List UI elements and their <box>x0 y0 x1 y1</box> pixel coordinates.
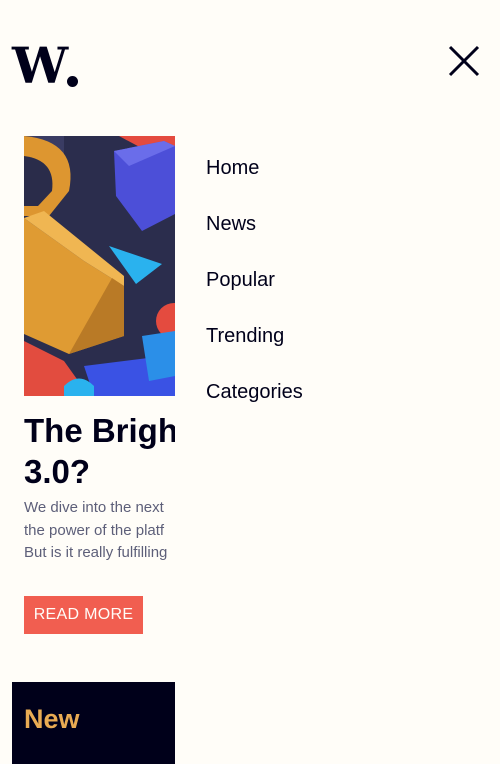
close-menu-button[interactable] <box>446 43 482 79</box>
close-icon <box>448 45 480 77</box>
featured-article-image[interactable] <box>24 136 175 396</box>
read-more-button[interactable]: READ MORE <box>24 596 143 634</box>
menu-item-trending[interactable]: Trending <box>206 308 500 364</box>
main-menu: Home News Popular Trending Categories <box>206 140 500 764</box>
abstract-3d-blocks-image <box>24 136 175 396</box>
menu-item-popular[interactable]: Popular <box>206 252 500 308</box>
new-section-title: New <box>24 704 80 734</box>
logo-letter: W <box>12 36 68 95</box>
headline-line: The Brigh <box>24 412 175 449</box>
menu-item-news[interactable]: News <box>206 196 500 252</box>
new-section-panel: New <box>12 682 175 764</box>
site-logo[interactable]: W <box>12 36 79 95</box>
logo-dot <box>67 76 79 87</box>
featured-headline[interactable]: The Brigh 3.0? <box>24 410 175 492</box>
menu-item-home[interactable]: Home <box>206 140 500 196</box>
menu-item-categories[interactable]: Categories <box>206 364 500 420</box>
excerpt-line: But is it really fulfilling <box>24 544 168 561</box>
excerpt-line: the power of the platf <box>24 521 165 539</box>
featured-excerpt: We dive into the next the power of the p… <box>24 497 175 565</box>
excerpt-line: We dive into the next <box>24 499 164 516</box>
headline-line: 3.0? <box>24 453 91 490</box>
